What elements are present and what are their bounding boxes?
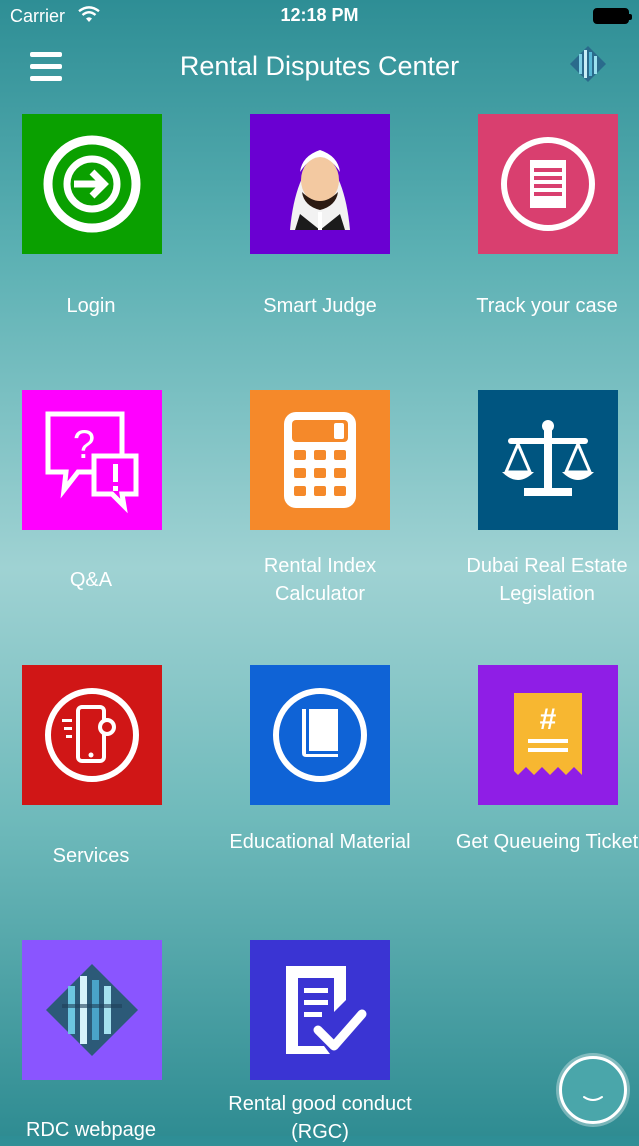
tile-rental-index[interactable]: [250, 390, 390, 530]
tile-login[interactable]: [22, 114, 162, 254]
tile-label-track-case: Track your case: [476, 295, 618, 317]
question-bubbles-icon: ?: [45, 411, 139, 514]
tile-label-queue-ticket: Get Queueing Ticket: [455, 831, 639, 853]
status-bar: Carrier 12:18 PM: [0, 0, 639, 34]
nav-bar: Rental Disputes Center: [0, 34, 639, 100]
tile-rdc-webpage[interactable]: [22, 940, 162, 1080]
calculator-icon: [284, 412, 356, 508]
login-icon: [43, 135, 141, 233]
tile-label-qa: Q&A: [69, 569, 113, 591]
document-icon: [501, 137, 595, 231]
tile-track-case[interactable]: [478, 114, 618, 254]
chat-bubble-icon: [583, 1096, 603, 1101]
tile-label-smart-judge: Smart Judge: [263, 295, 377, 317]
clock: 12:18 PM: [280, 5, 359, 25]
tile-label-legislation: Dubai Real Estate Legislation: [466, 555, 628, 605]
svg-text:#: #: [540, 703, 557, 736]
tile-label-educational: Educational Material: [229, 831, 411, 853]
tile-label-rdc-webpage: RDC webpage: [25, 1119, 157, 1141]
ticket-icon: #: [514, 693, 582, 775]
book-icon: [273, 688, 367, 782]
judge-avatar-icon: [290, 150, 350, 230]
tile-queue-ticket[interactable]: #: [478, 665, 618, 805]
scales-icon: [502, 420, 594, 496]
page-title: Rental Disputes Center: [179, 51, 460, 81]
tile-label-good-conduct: Rental good conduct (RGC): [228, 1093, 412, 1143]
tile-services[interactable]: [22, 665, 162, 805]
tile-smart-judge[interactable]: [250, 114, 390, 254]
tile-legislation[interactable]: [478, 390, 618, 530]
rdc-logo-icon: [46, 964, 138, 1056]
tile-label-login: Login: [66, 295, 116, 317]
battery-icon: [593, 8, 632, 24]
chat-button[interactable]: [559, 1056, 627, 1124]
rdc-logo-icon: [570, 46, 606, 82]
tile-label-services: Services: [52, 845, 130, 867]
tile-educational[interactable]: [250, 665, 390, 805]
tile-label-rental-index: Rental Index Calculator: [263, 555, 377, 605]
document-check-icon: [286, 966, 367, 1054]
mobile-services-icon: [45, 688, 139, 782]
tile-qa[interactable]: ?: [22, 390, 162, 530]
tile-good-conduct[interactable]: [250, 940, 390, 1080]
